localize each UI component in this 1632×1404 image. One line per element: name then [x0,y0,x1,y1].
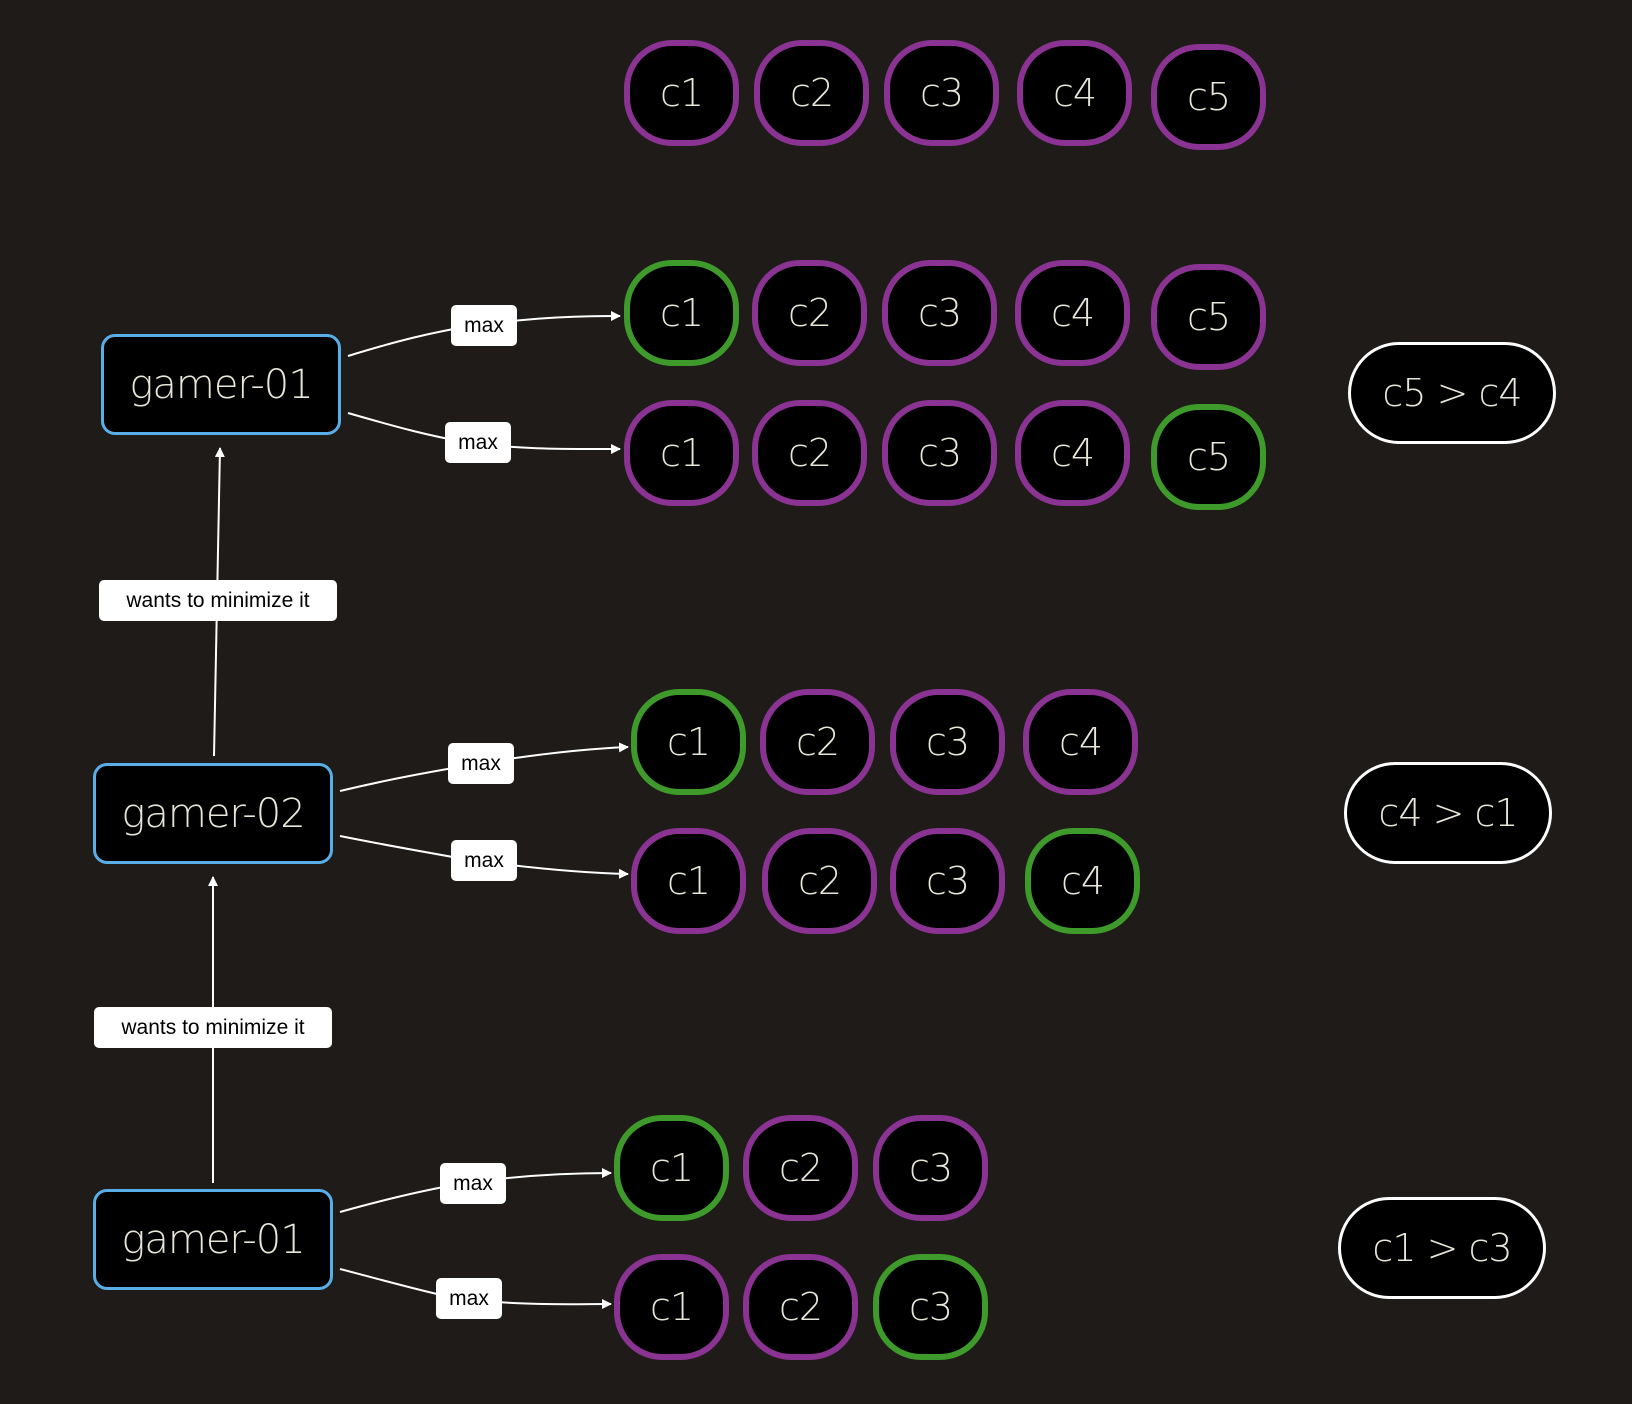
result-pill-level2: c1 > c3 [1338,1197,1546,1299]
card-l1-r1-c2: c2 [762,828,877,934]
card-l1-r0-c3: c3 [890,689,1005,795]
card-l1-r0-c4: c4 [1023,689,1138,795]
edge-label-max: max [436,1278,502,1319]
edge-label-max: max [445,422,511,463]
top-card-c5: c5 [1151,44,1266,150]
top-card-c1: c1 [624,40,739,146]
card-l0-r1-c5: c5 [1151,404,1266,510]
top-card-c2: c2 [754,40,869,146]
card-l1-r1-c4: c4 [1025,828,1140,934]
connector-label-minimize: wants to minimize it [99,580,337,621]
card-l0-r0-c4: c4 [1015,260,1130,366]
card-l0-r0-c1: c1 [624,260,739,366]
card-l0-r0-c3: c3 [882,260,997,366]
card-l1-r0-c2: c2 [760,689,875,795]
top-card-c4: c4 [1017,40,1132,146]
edge-label-max: max [451,305,517,346]
card-l2-r1-c3: c3 [873,1254,988,1360]
card-l2-r1-c2: c2 [743,1254,858,1360]
card-l0-r0-c2: c2 [752,260,867,366]
connector-label-minimize: wants to minimize it [94,1007,332,1048]
card-l2-r0-c2: c2 [743,1115,858,1221]
player-node-gamer-01-bottom: gamer-01 [93,1189,333,1290]
edge-label-max: max [448,743,514,784]
card-l2-r0-c3: c3 [873,1115,988,1221]
player-node-gamer-01-top: gamer-01 [101,334,341,435]
edge-label-max: max [440,1163,506,1204]
player-node-gamer-02: gamer-02 [93,763,333,864]
top-card-c3: c3 [884,40,999,146]
card-l0-r1-c1: c1 [624,400,739,506]
card-l1-r1-c3: c3 [890,828,1005,934]
card-l0-r1-c2: c2 [752,400,867,506]
card-l0-r0-c5: c5 [1151,264,1266,370]
card-l2-r0-c1: c1 [614,1115,729,1221]
card-l1-r0-c1: c1 [631,689,746,795]
card-l0-r1-c3: c3 [882,400,997,506]
card-l1-r1-c1: c1 [631,828,746,934]
edge-label-max: max [451,840,517,881]
card-l2-r1-c1: c1 [614,1254,729,1360]
result-pill-level0: c5 > c4 [1348,342,1556,444]
card-l0-r1-c4: c4 [1015,400,1130,506]
result-pill-level1: c4 > c1 [1344,762,1552,864]
